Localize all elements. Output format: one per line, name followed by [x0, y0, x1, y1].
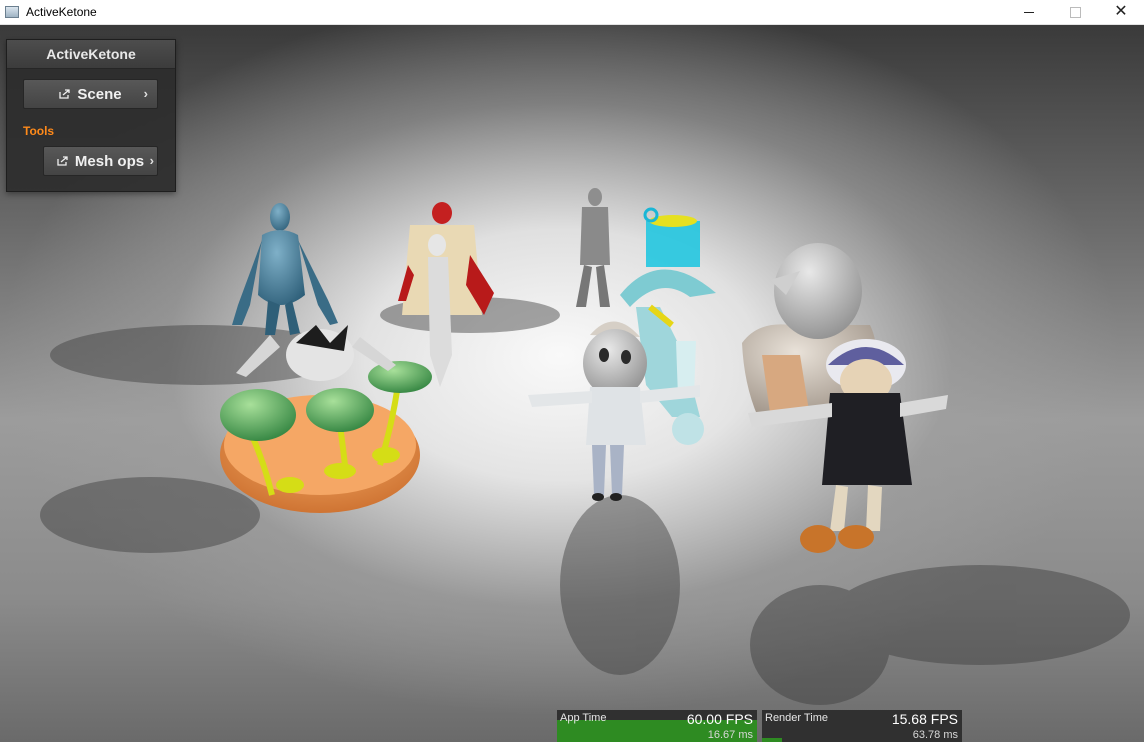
tools-panel: ActiveKetone Scene › Tools Mesh ops ›	[6, 39, 176, 192]
minimize-icon	[1024, 11, 1034, 13]
app-time-fps: 60.00 FPS	[686, 711, 753, 727]
maximize-icon	[1069, 6, 1081, 18]
chevron-right-icon: ›	[149, 153, 154, 168]
close-button[interactable]: ✕	[1098, 0, 1144, 24]
plant-set-model	[220, 361, 432, 513]
mesh-ops-button[interactable]: Mesh ops ›	[43, 146, 158, 176]
cyan-robot-model	[643, 207, 700, 267]
demon-model	[398, 202, 494, 387]
blue-creature-model	[232, 203, 338, 335]
app-time-ms: 16.67 ms	[707, 729, 753, 741]
render-time-bar	[762, 738, 782, 742]
gray-figure-model	[576, 188, 610, 307]
3d-viewport[interactable]: ActiveKetone Scene › Tools Mesh ops › Ap…	[0, 25, 1144, 742]
scene-button-label: Scene	[77, 85, 122, 103]
app-icon	[5, 6, 19, 18]
export-icon	[59, 89, 71, 99]
minimize-button[interactable]	[1006, 0, 1052, 24]
scene-button[interactable]: Scene ›	[23, 79, 158, 109]
render-time-ms: 63.78 ms	[912, 729, 958, 741]
close-icon: ✕	[1114, 3, 1128, 20]
render-time-label: Render Time	[765, 712, 828, 724]
mesh-ops-button-label: Mesh ops	[74, 152, 145, 170]
panel-title: ActiveKetone	[7, 40, 175, 69]
app-time-label: App Time	[560, 712, 607, 724]
maximize-button[interactable]	[1052, 0, 1098, 24]
window-title: ActiveKetone	[26, 5, 97, 19]
export-icon	[57, 156, 69, 166]
tools-section-label: Tools	[23, 124, 55, 138]
render-time-graph: Render Time 15.68 FPS 63.78 ms	[762, 710, 962, 742]
chevron-right-icon: ›	[143, 86, 148, 101]
render-time-fps: 15.68 FPS	[891, 711, 958, 727]
window-titlebar: ActiveKetone ✕	[0, 0, 1144, 25]
app-time-graph: App Time 60.00 FPS 16.67 ms	[557, 710, 757, 742]
